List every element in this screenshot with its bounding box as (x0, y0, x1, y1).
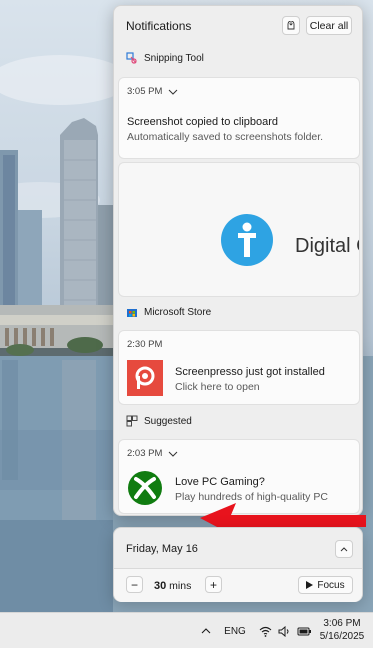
notification-time: 3:05 PM (127, 86, 178, 97)
taskbar-date: 5/16/2025 (319, 631, 365, 642)
do-not-disturb-button[interactable] (282, 16, 300, 35)
chevron-up-tray-icon (201, 628, 211, 634)
microsoft-store-icon (126, 306, 138, 318)
app-header-snipping-tool: Snipping Tool (126, 50, 204, 66)
play-icon (306, 581, 314, 589)
suggested-icon (126, 415, 138, 427)
focus-duration: 30 mins (154, 580, 191, 592)
calendar-date[interactable]: Friday, May 16 (126, 543, 198, 555)
banner-text: Digital C (295, 235, 359, 257)
notifications-title: Notifications (126, 19, 192, 33)
taskbar-clock[interactable]: 3:06 PM 5/16/2025 (316, 617, 368, 643)
battery-icon (297, 627, 311, 635)
quick-settings-button[interactable] (255, 622, 315, 640)
screenpresso-app-icon (127, 360, 163, 396)
decrease-minutes-button[interactable]: − (126, 576, 143, 593)
notification-time-text: 2:30 PM (127, 339, 163, 350)
notification-title: Screenshot copied to clipboard (127, 116, 279, 128)
snipping-tool-icon (126, 52, 138, 64)
notification-title: Love PC Gaming? (175, 476, 265, 488)
taskbar: ENG 3:06 PM 5/16/2025 (0, 612, 373, 648)
notification-card-screenshot[interactable]: 3:05 PM Screenshot copied to clipboard A… (118, 77, 360, 159)
notification-center: Notifications Clear all Snipping Tool 3:… (113, 5, 363, 516)
chevron-down-icon[interactable] (168, 89, 178, 95)
notification-time: 2:03 PM (127, 448, 178, 459)
chevron-up-icon (340, 546, 348, 551)
xbox-logo-icon (127, 470, 163, 506)
focus-button-label: Focus (317, 579, 345, 591)
digital-citizen-logo-icon (221, 214, 273, 266)
focus-session-row: − 30 mins + Focus (114, 569, 362, 602)
app-name-suggested: Suggested (144, 415, 192, 427)
clear-all-button[interactable]: Clear all (306, 16, 352, 35)
notification-time-text: 2:03 PM (127, 448, 163, 459)
focus-minutes-unit: mins (169, 580, 192, 592)
app-header-suggested: Suggested (126, 413, 192, 429)
language-indicator[interactable]: ENG (222, 623, 248, 639)
focus-minutes-value: 30 (154, 580, 167, 592)
app-name-snipping-tool: Snipping Tool (144, 52, 204, 64)
notification-header: Notifications Clear all (114, 6, 362, 44)
focus-button[interactable]: Focus (298, 576, 353, 594)
notification-subtitle: Automatically saved to screenshots folde… (127, 131, 324, 143)
increase-minutes-button[interactable]: + (205, 576, 222, 593)
notification-title: Screenpresso just got installed (175, 366, 325, 378)
app-header-microsoft-store: Microsoft Store (126, 304, 211, 320)
notification-card-screenpresso[interactable]: 2:30 PM Screenpresso just got installed … (118, 330, 360, 405)
notification-time-text: 3:05 PM (127, 86, 163, 97)
notification-time: 2:30 PM (127, 339, 162, 350)
taskbar-time: 3:06 PM (323, 618, 361, 629)
calendar-flyout: Friday, May 16 − 30 mins + Focus (113, 527, 363, 602)
wifi-icon (259, 626, 271, 637)
speaker-icon (278, 625, 288, 637)
app-name-microsoft-store: Microsoft Store (144, 306, 212, 318)
dnd-icon (287, 20, 295, 29)
notification-subtitle: Click here to open (175, 381, 260, 393)
show-hidden-icons-button[interactable] (198, 623, 214, 639)
screenshot-preview-image[interactable]: Digital C (118, 162, 360, 297)
chevron-down-icon[interactable] (168, 451, 178, 457)
collapse-calendar-button[interactable] (335, 540, 353, 558)
